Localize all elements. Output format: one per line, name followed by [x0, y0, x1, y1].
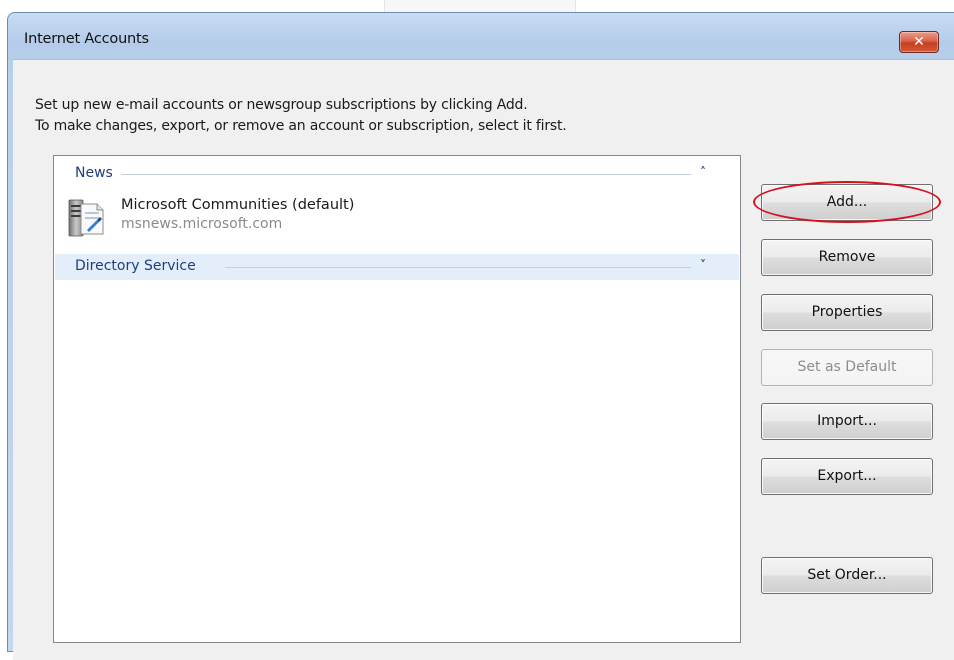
group-divider-news	[121, 174, 691, 175]
group-divider-directory-service	[225, 267, 691, 268]
group-header-directory-service[interactable]: Directory Service ˅	[55, 254, 739, 280]
chevron-down-icon[interactable]: ˅	[700, 258, 706, 272]
chevron-up-icon[interactable]: ˄	[700, 165, 706, 179]
properties-button[interactable]: Properties	[761, 294, 933, 331]
news-server-icon	[68, 199, 104, 237]
instructions-line-2: To make changes, export, or remove an ac…	[35, 118, 567, 134]
background-window-edge	[384, 0, 576, 12]
instructions-line-1: Set up new e-mail accounts or newsgroup …	[35, 97, 528, 113]
set-order-button[interactable]: Set Order...	[761, 557, 933, 594]
list-item-account[interactable]: Microsoft Communities (default) msnews.m…	[55, 192, 739, 242]
import-button[interactable]: Import...	[761, 403, 933, 440]
dialog-client-area: Set up new e-mail accounts or newsgroup …	[13, 59, 954, 660]
title-bar[interactable]: Internet Accounts ✕	[8, 13, 954, 59]
add-button[interactable]: Add...	[761, 184, 933, 221]
window-title: Internet Accounts	[24, 31, 149, 47]
account-server: msnews.microsoft.com	[121, 216, 283, 232]
close-icon[interactable]: ✕	[899, 31, 939, 53]
remove-button[interactable]: Remove	[761, 239, 933, 276]
group-header-news[interactable]: News ˄	[55, 161, 739, 187]
group-label-news: News	[75, 165, 113, 181]
set-as-default-button[interactable]: Set as Default	[761, 349, 933, 386]
accounts-list[interactable]: News ˄ Microsoft Communities (default) m…	[53, 155, 741, 643]
account-name: Microsoft Communities (default)	[121, 197, 355, 213]
group-label-directory-service: Directory Service	[75, 258, 196, 274]
instructions-text: Set up new e-mail accounts or newsgroup …	[35, 95, 567, 137]
internet-accounts-dialog: Internet Accounts ✕ Set up new e-mail ac…	[7, 12, 954, 660]
export-button[interactable]: Export...	[761, 458, 933, 495]
